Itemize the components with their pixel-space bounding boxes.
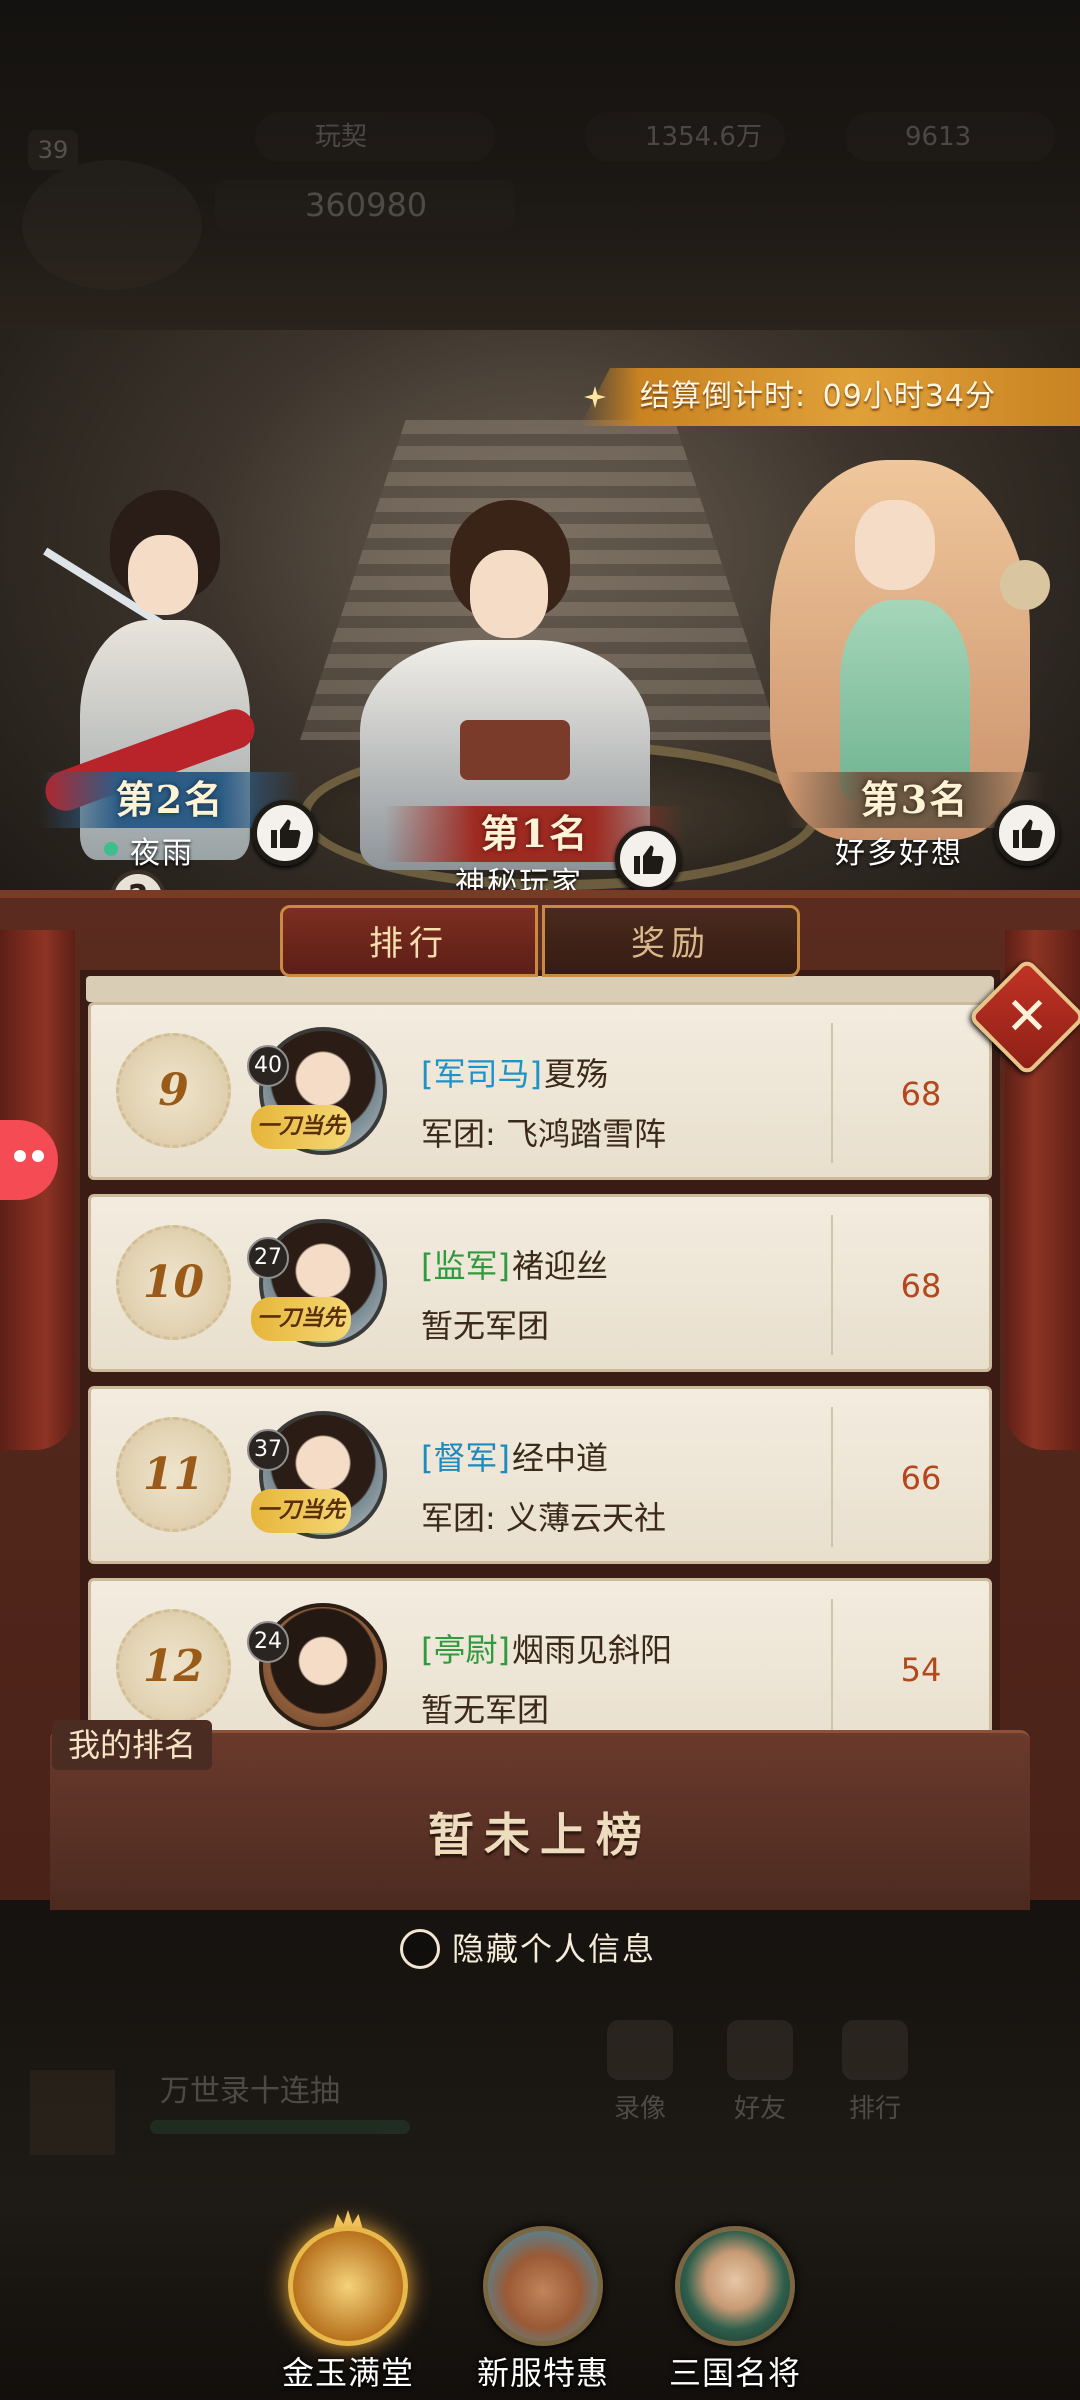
rank-number: 9 (158, 1065, 189, 1116)
row-divider (831, 1407, 833, 1547)
hide-info-label: 隐藏个人信息 (452, 1930, 657, 1968)
title-tag: [督军] (421, 1439, 510, 1477)
jinyu-mantang-label: 金玉满堂 (281, 2354, 414, 2392)
tab-ranking[interactable]: 排行 (280, 905, 538, 977)
my-rank-label: 我的排名 (52, 1720, 213, 1770)
vip-pill: 玩契 (255, 112, 495, 162)
event-progress (150, 2120, 410, 2134)
nav-replay: 录像 (595, 2020, 685, 2130)
avatar[interactable] (259, 1603, 387, 1731)
table-row[interactable]: 11 37 一刀当先 [督军]经中道 军团: 义薄云天社 66 (88, 1386, 992, 1564)
close-icon: ✕ (1005, 987, 1049, 1047)
jinyu-mantang-button[interactable]: 金玉满堂 (253, 2210, 443, 2400)
player-level-badge: 40 (247, 1045, 289, 1087)
player-level-badge: 24 (247, 1621, 289, 1663)
score-value: 68 (900, 1075, 942, 1113)
score-value: 66 (900, 1459, 942, 1497)
score-value: 68 (900, 1267, 942, 1305)
row-divider (831, 1215, 833, 1355)
player-title-line: [监军]褚迎丝 (421, 1241, 608, 1287)
avatar-frame-badge: 一刀当先 (251, 1297, 351, 1341)
bird-icon (1000, 560, 1050, 610)
guild-name: 暂无军团 (421, 1307, 550, 1345)
my-rank-value: 暂未上榜 (428, 1808, 652, 1862)
power-value: 360980 (215, 180, 515, 230)
treasure-chest-icon (288, 2226, 408, 2346)
nav-ranking: 排行 (830, 2020, 920, 2130)
online-dot-icon (104, 842, 118, 856)
event-icon (30, 2070, 115, 2155)
event-title: 万世录十连抽 (160, 2074, 340, 2109)
countdown-label: 结算倒计时: (640, 379, 807, 414)
rank-number: 11 (142, 1449, 205, 1500)
player-level-badge: 27 (247, 1237, 289, 1279)
tab-rewards[interactable]: 奖励 (542, 905, 800, 977)
player-title-line: [亭尉]烟雨见斜阳 (421, 1625, 672, 1671)
gift-bag-icon (483, 2226, 603, 2346)
rank-3-name: 好多好想 (835, 836, 963, 871)
settlement-countdown: 结算倒计时: 09小时34分 (580, 368, 1080, 426)
like-button-rank-3[interactable] (994, 800, 1060, 866)
friends-icon (727, 2020, 793, 2080)
video-icon (607, 2020, 673, 2080)
player-level: 39 (28, 130, 78, 170)
rank-2-name: 夜雨 (130, 836, 194, 871)
avatar-frame-badge: 一刀当先 (251, 1105, 351, 1149)
avatar-frame-badge: 一刀当先 (251, 1489, 351, 1533)
player-name: 烟雨见斜阳 (511, 1631, 672, 1669)
gem-pill: 9613 (845, 112, 1055, 162)
guild-name: 暂无军团 (421, 1691, 550, 1729)
new-server-offer-button[interactable]: 新服特惠 (448, 2210, 638, 2400)
list-top-edge (86, 976, 994, 1002)
title-tag: [亭尉] (421, 1631, 510, 1669)
guild-name: 军团: 义薄云天社 (421, 1499, 666, 1537)
nav-friends: 好友 (715, 2020, 805, 2130)
dimmed-hud: 39 玩契 1354.6万 9613 360980 (0, 100, 1080, 290)
assistant-eye-icon (32, 1150, 44, 1162)
row-divider (831, 1023, 833, 1163)
like-button-rank-1[interactable] (615, 826, 681, 892)
player-level-badge: 37 (247, 1429, 289, 1471)
dimmed-lower-app: 万世录十连抽 录像 好友 排行 (0, 1980, 1080, 2180)
thumbs-up-icon (634, 845, 664, 875)
general-portrait-icon (675, 2226, 795, 2346)
rank-number: 12 (142, 1641, 205, 1692)
like-button-rank-2[interactable] (252, 800, 318, 866)
rank-number: 10 (142, 1257, 205, 1308)
assistant-eye-icon (14, 1150, 26, 1162)
ranking-icon (842, 2020, 908, 2080)
player-avatar (22, 160, 202, 290)
countdown-value: 09小时34分 (822, 379, 997, 414)
thumbs-up-icon (271, 819, 301, 849)
player-title-line: [军司马]夏殇 (421, 1049, 608, 1095)
player-name: 夏殇 (543, 1055, 608, 1093)
three-kingdoms-generals-button[interactable]: 三国名将 (640, 2210, 830, 2400)
thumbs-up-icon (1013, 819, 1043, 849)
player-title-line: [督军]经中道 (421, 1433, 608, 1479)
table-row[interactable]: 12 24 [亭尉]烟雨见斜阳 暂无军团 54 (88, 1578, 992, 1736)
player-name: 经中道 (511, 1439, 608, 1477)
hide-info-radio[interactable] (400, 1929, 440, 1969)
table-row[interactable]: 10 27 一刀当先 [监军]褚迎丝 暂无军团 68 (88, 1194, 992, 1372)
player-name: 褚迎丝 (511, 1247, 608, 1285)
new-server-offer-label: 新服特惠 (476, 2354, 609, 2392)
ranking-list[interactable]: 9 40 一刀当先 [军司马]夏殇 军团: 飞鸿踏雪阵 68 10 27 一刀当… (88, 1002, 992, 1736)
gold-pill: 1354.6万 (585, 112, 785, 162)
score-value: 54 (900, 1651, 942, 1689)
panel-tabs: 排行 奖励 (280, 905, 800, 977)
three-kingdoms-generals-label: 三国名将 (668, 2354, 801, 2392)
title-tag: [军司马] (421, 1055, 542, 1093)
table-row[interactable]: 9 40 一刀当先 [军司马]夏殇 军团: 飞鸿踏雪阵 68 (88, 1002, 992, 1180)
row-divider (831, 1599, 833, 1736)
title-tag: [监军] (421, 1247, 510, 1285)
guild-name: 军团: 飞鸿踏雪阵 (421, 1115, 666, 1153)
